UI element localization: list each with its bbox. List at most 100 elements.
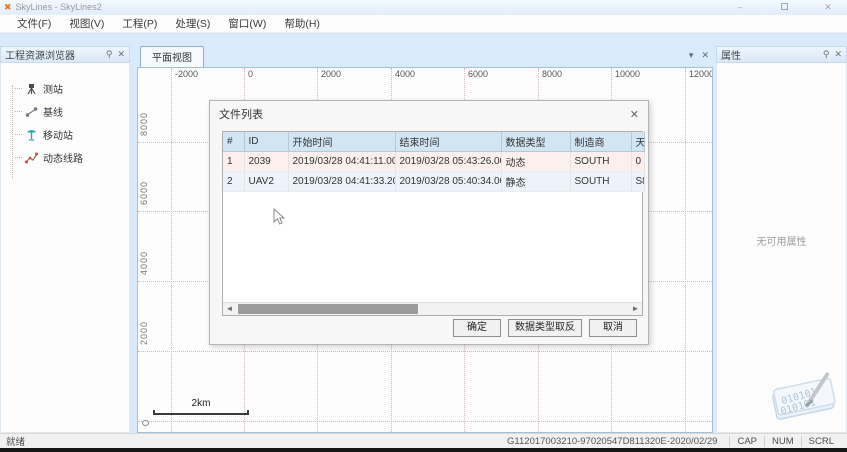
station-icon — [23, 82, 39, 96]
y-ruler-label: 4000 — [139, 251, 149, 275]
close-icon[interactable]: ✕ — [630, 108, 639, 121]
right-panel-header: 属性 ⚲ ✕ — [716, 46, 847, 63]
origin-marker — [142, 420, 149, 426]
close-icon[interactable]: ✕ — [821, 3, 835, 12]
cancel-button[interactable]: 取消 — [589, 319, 637, 337]
map-scale-bar: 2km — [153, 398, 249, 415]
status-right-group: G112017003210-97020547D811320E-2020/02/2… — [507, 436, 841, 447]
x-ruler-label: 0 — [246, 69, 255, 79]
ok-button[interactable]: 确定 — [453, 319, 501, 337]
scroll-left-icon[interactable]: ◄ — [223, 305, 236, 313]
maximize-icon[interactable] — [777, 3, 791, 12]
pin-icon[interactable]: ⚲ — [106, 50, 113, 59]
binary-notepad-watermark-icon: 010101 010101 — [762, 362, 844, 426]
cell-start-time: 2019/03/28 04:41:11.000 — [288, 152, 395, 172]
tree-stub — [15, 157, 22, 158]
cell-data-type: 静态 — [501, 172, 570, 192]
right-panel-title: 属性 — [721, 47, 818, 62]
cell-end-time: 2019/03/28 05:43:26.000 — [395, 152, 501, 172]
no-properties-text: 无可用属性 — [717, 233, 846, 248]
left-panel-header: 工程资源浏览器 ⚲ ✕ — [0, 46, 130, 63]
scale-line — [153, 410, 249, 415]
menubar: 文件(F) 视图(V) 工程(P) 处理(S) 窗口(W) 帮助(H) — [0, 15, 847, 33]
y-ruler-label: 2000 — [139, 321, 149, 345]
menu-process[interactable]: 处理(S) — [166, 16, 219, 31]
menu-project[interactable]: 工程(P) — [113, 16, 166, 31]
application-window: { "window": { "title": "SkyLines - SkyLi… — [0, 0, 847, 452]
cell-id: UAV2 — [244, 172, 288, 192]
col-header-antenna[interactable]: 天 — [631, 132, 644, 152]
x-ruler-label: 12000 — [687, 69, 713, 79]
dialog-title: 文件列表 — [219, 106, 263, 122]
close-icon[interactable]: ✕ — [117, 50, 125, 59]
left-panel-title: 工程资源浏览器 — [5, 47, 101, 62]
tree-item-baseline[interactable]: 基线 — [7, 100, 129, 123]
horizontal-scrollbar[interactable]: ◄ ► — [223, 302, 642, 315]
x-ruler-label: 2000 — [319, 69, 343, 79]
col-header-id[interactable]: ID — [244, 132, 288, 152]
scrollbar-thumb[interactable] — [238, 304, 418, 314]
tab-close-icon[interactable]: ✕ — [701, 50, 709, 61]
grid-line-v — [685, 68, 686, 432]
document-tabbar: 平面视图 ▾ ✕ — [137, 46, 713, 67]
cell-manufacturer: SOUTH — [570, 152, 631, 172]
mouse-cursor — [273, 208, 287, 226]
scroll-right-icon[interactable]: ► — [629, 305, 642, 313]
resource-tree: 测站 基线 移动站 — [1, 63, 129, 169]
tree-item-label: 基线 — [43, 104, 63, 119]
dynamic-route-icon — [23, 151, 39, 165]
close-icon[interactable]: ✕ — [834, 50, 842, 59]
toolstrip — [0, 33, 847, 46]
window-controls: – ✕ — [733, 3, 843, 12]
left-panel-body: 测站 基线 移动站 — [0, 63, 130, 433]
tabbar-controls: ▾ ✕ — [689, 50, 709, 61]
plan-view-canvas[interactable]: -2000 0 2000 4000 6000 8000 10000 12000 … — [137, 67, 713, 433]
window-titlebar: ✖ SkyLines - SkyLines2 – ✕ — [0, 0, 847, 15]
scrollbar-track[interactable] — [236, 303, 629, 315]
table-row[interactable]: 2 UAV2 2019/03/28 04:41:33.200 2019/03/2… — [223, 172, 644, 192]
col-header-start-time[interactable]: 开始时间 — [288, 132, 395, 152]
col-header-manufacturer[interactable]: 制造商 — [570, 132, 631, 152]
menu-file[interactable]: 文件(F) — [8, 16, 60, 31]
minimize-icon[interactable]: – — [733, 3, 747, 12]
x-ruler-label: 10000 — [613, 69, 642, 79]
x-ruler-label: 6000 — [466, 69, 490, 79]
center-area: 平面视图 ▾ ✕ -2000 0 2000 4 — [137, 46, 713, 433]
tree-item-label: 动态线路 — [43, 150, 83, 165]
num-lock-indicator: NUM — [765, 436, 802, 447]
col-header-index[interactable]: # — [223, 132, 244, 152]
project-resource-browser-panel: 工程资源浏览器 ⚲ ✕ 测站 基线 — [0, 46, 130, 433]
cell-data-type: 动态 — [501, 152, 570, 172]
table-header-row: # ID 开始时间 结束时间 数据类型 制造商 天 — [223, 132, 644, 152]
cell-index: 1 — [223, 152, 244, 172]
tab-dropdown-icon[interactable]: ▾ — [689, 50, 694, 61]
properties-panel: 属性 ⚲ ✕ 无可用属性 010101 010101 — [716, 46, 847, 433]
cell-index: 2 — [223, 172, 244, 192]
tree-stub — [15, 134, 22, 135]
tree-item-station[interactable]: 测站 — [7, 77, 129, 100]
grid-line-h — [138, 351, 712, 352]
pin-icon[interactable]: ⚲ — [823, 50, 830, 59]
status-ready-text: 就绪 — [6, 434, 25, 448]
y-ruler-label: 8000 — [139, 112, 149, 136]
invert-data-type-button[interactable]: 数据类型取反 — [508, 319, 582, 337]
cell-start-time: 2019/03/28 04:41:33.200 — [288, 172, 395, 192]
menu-window[interactable]: 窗口(W) — [219, 16, 275, 31]
rover-icon — [23, 128, 39, 142]
table-row[interactable]: 1 2039 2019/03/28 04:41:11.000 2019/03/2… — [223, 152, 644, 172]
cell-antenna: 0 — [631, 152, 644, 172]
left-splitter[interactable] — [130, 46, 137, 433]
tree-item-rover[interactable]: 移动站 — [7, 123, 129, 146]
x-ruler-label: 4000 — [393, 69, 417, 79]
dialog-titlebar[interactable]: 文件列表 ✕ — [210, 101, 648, 127]
col-header-end-time[interactable]: 结束时间 — [395, 132, 501, 152]
tree-item-label: 移动站 — [43, 127, 73, 142]
tab-plan-view[interactable]: 平面视图 — [140, 46, 204, 67]
x-ruler-label: -2000 — [173, 69, 200, 79]
menu-view[interactable]: 视图(V) — [60, 16, 113, 31]
col-header-data-type[interactable]: 数据类型 — [501, 132, 570, 152]
tree-item-label: 测站 — [43, 81, 63, 96]
tree-item-dynamic-route[interactable]: 动态线路 — [7, 146, 129, 169]
menu-help[interactable]: 帮助(H) — [275, 16, 329, 31]
right-panel-body: 无可用属性 010101 010101 — [716, 63, 847, 433]
